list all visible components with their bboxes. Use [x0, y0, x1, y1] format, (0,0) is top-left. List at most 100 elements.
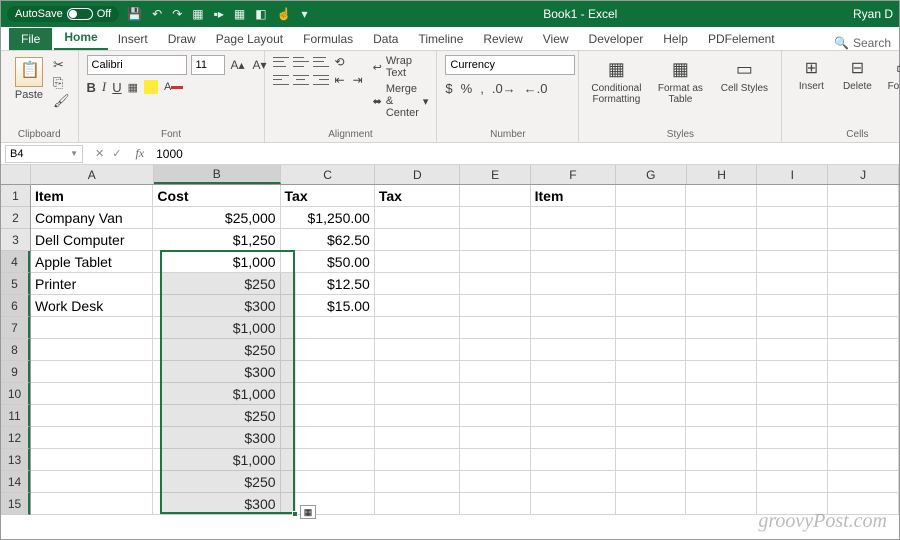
cell-B12[interactable]: $300 — [153, 427, 280, 449]
fx-icon[interactable]: fx — [129, 146, 150, 161]
cell-E8[interactable] — [460, 339, 531, 361]
merge-center-button[interactable]: ⬌Merge & Center▾ — [373, 83, 429, 119]
cell-A3[interactable]: Dell Computer — [31, 229, 153, 251]
cell-J5[interactable] — [828, 273, 899, 295]
decrease-indent-icon[interactable]: ⇤ — [333, 73, 347, 87]
cell-D8[interactable] — [375, 339, 460, 361]
cell-B6[interactable]: $300 — [153, 295, 280, 317]
row-header-13[interactable]: 13 — [1, 449, 30, 471]
comma-icon[interactable]: , — [480, 81, 484, 96]
cell-H13[interactable] — [686, 449, 757, 471]
cell-G5[interactable] — [616, 273, 687, 295]
cell-I5[interactable] — [757, 273, 828, 295]
row-header-6[interactable]: 6 — [1, 295, 30, 317]
row-header-12[interactable]: 12 — [1, 427, 30, 449]
cell-B8[interactable]: $250 — [153, 339, 280, 361]
cell-J1[interactable] — [828, 185, 899, 207]
cell-E4[interactable] — [460, 251, 531, 273]
cell-A12[interactable] — [31, 427, 153, 449]
cell-D1[interactable]: Tax — [375, 185, 460, 207]
cell-B3[interactable]: $1,250 — [153, 229, 280, 251]
tab-pdfelement[interactable]: PDFelement — [698, 28, 785, 50]
col-header-G[interactable]: G — [616, 165, 687, 184]
cell-D11[interactable] — [375, 405, 460, 427]
increase-decimal-icon[interactable]: .0→ — [492, 81, 516, 96]
cell-B9[interactable]: $300 — [153, 361, 280, 383]
cell-E14[interactable] — [460, 471, 531, 493]
delete-cells-button[interactable]: ⊟Delete — [836, 57, 878, 92]
row-header-2[interactable]: 2 — [1, 207, 30, 229]
tab-help[interactable]: Help — [653, 28, 698, 50]
cell-H7[interactable] — [686, 317, 757, 339]
cell-H14[interactable] — [686, 471, 757, 493]
cell-H3[interactable] — [686, 229, 757, 251]
cell-G1[interactable] — [616, 185, 687, 207]
cell-J12[interactable] — [828, 427, 899, 449]
cell-F1[interactable]: Item — [531, 185, 616, 207]
cell-C12[interactable] — [281, 427, 375, 449]
row-header-15[interactable]: 15 — [1, 493, 30, 515]
wrap-text-button[interactable]: ↩Wrap Text — [373, 55, 429, 79]
cell-E9[interactable] — [460, 361, 531, 383]
cell-F13[interactable] — [531, 449, 616, 471]
cell-A4[interactable]: Apple Tablet — [31, 251, 153, 273]
cell-G6[interactable] — [616, 295, 687, 317]
cell-H4[interactable] — [686, 251, 757, 273]
cell-F4[interactable] — [531, 251, 616, 273]
cell-I8[interactable] — [757, 339, 828, 361]
increase-indent-icon[interactable]: ⇥ — [351, 73, 365, 87]
cell-I10[interactable] — [757, 383, 828, 405]
cell-D5[interactable] — [375, 273, 460, 295]
cell-I7[interactable] — [757, 317, 828, 339]
cell-E7[interactable] — [460, 317, 531, 339]
cell-C9[interactable] — [281, 361, 375, 383]
cell-D14[interactable] — [375, 471, 460, 493]
cell-C11[interactable] — [281, 405, 375, 427]
formula-input[interactable]: 1000 — [150, 147, 899, 161]
cell-I2[interactable] — [757, 207, 828, 229]
cell-G12[interactable] — [616, 427, 687, 449]
row-header-9[interactable]: 9 — [1, 361, 30, 383]
cell-I3[interactable] — [757, 229, 828, 251]
autosave-toggle[interactable]: AutoSave Off — [7, 6, 119, 22]
cell-A15[interactable] — [31, 493, 153, 515]
font-name-select[interactable] — [87, 55, 187, 75]
row-header-3[interactable]: 3 — [1, 229, 30, 251]
cell-D7[interactable] — [375, 317, 460, 339]
fill-color-icon[interactable] — [144, 80, 158, 94]
cell-I14[interactable] — [757, 471, 828, 493]
cell-F2[interactable] — [531, 207, 616, 229]
percent-icon[interactable]: % — [461, 81, 473, 96]
tab-view[interactable]: View — [533, 28, 579, 50]
save-icon[interactable]: 💾 — [127, 7, 142, 21]
number-format-select[interactable] — [445, 55, 575, 75]
cell-J10[interactable] — [828, 383, 899, 405]
cell-H6[interactable] — [686, 295, 757, 317]
cell-H2[interactable] — [686, 207, 757, 229]
copy-icon[interactable]: ⎘ — [53, 75, 70, 91]
cell-E10[interactable] — [460, 383, 531, 405]
format-cells-button[interactable]: ▭Format — [882, 57, 900, 92]
format-as-table-button[interactable]: ▦Format as Table — [651, 57, 709, 105]
font-color-icon[interactable]: A — [164, 81, 183, 93]
cell-C5[interactable]: $12.50 — [281, 273, 375, 295]
cell-G2[interactable] — [616, 207, 687, 229]
tab-home[interactable]: Home — [54, 26, 107, 50]
col-header-I[interactable]: I — [757, 165, 828, 184]
cell-J3[interactable] — [828, 229, 899, 251]
col-header-F[interactable]: F — [531, 165, 616, 184]
qat-icon[interactable]: ▪▸ — [214, 7, 224, 21]
cell-G8[interactable] — [616, 339, 687, 361]
format-painter-icon[interactable]: 🖌 — [53, 93, 70, 109]
cell-A13[interactable] — [31, 449, 153, 471]
cell-H5[interactable] — [686, 273, 757, 295]
cell-B15[interactable]: $300 — [153, 493, 280, 515]
cell-F14[interactable] — [531, 471, 616, 493]
cell-A6[interactable]: Work Desk — [31, 295, 153, 317]
col-header-B[interactable]: B — [154, 165, 281, 184]
select-all-corner[interactable] — [1, 165, 31, 185]
cell-C13[interactable] — [281, 449, 375, 471]
row-header-8[interactable]: 8 — [1, 339, 30, 361]
bold-button[interactable]: B — [87, 80, 96, 95]
cell-B14[interactable]: $250 — [153, 471, 280, 493]
